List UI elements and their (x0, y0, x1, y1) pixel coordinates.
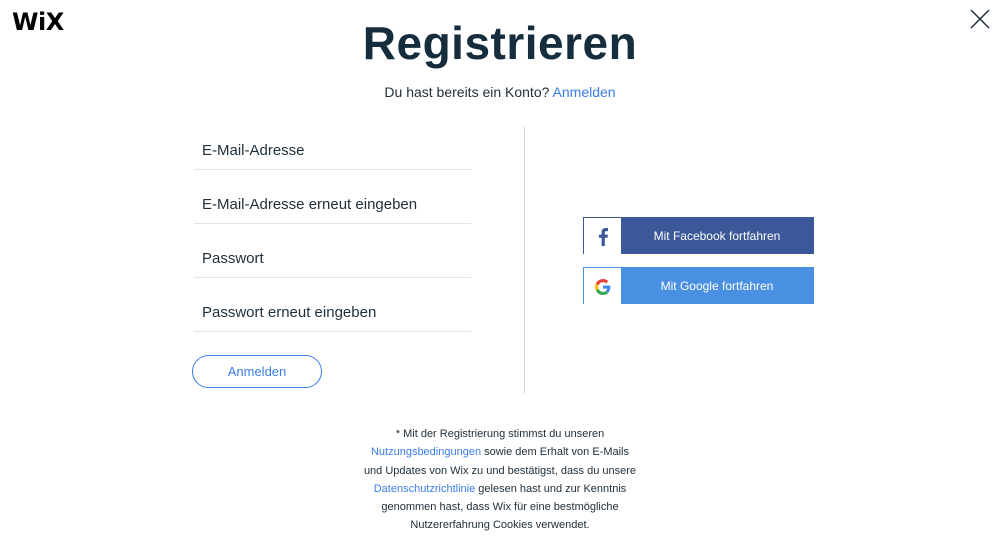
email-input[interactable] (194, 132, 471, 170)
login-link[interactable]: Anmelden (553, 84, 616, 100)
terms-notice: * Mit der Registrierung stimmst du unser… (350, 425, 650, 535)
password-confirm-input[interactable] (194, 294, 471, 332)
privacy-policy-link[interactable]: Datenschutzrichtlinie (374, 483, 476, 495)
google-button[interactable]: Mit Google fortfahren (583, 267, 814, 305)
terms-text: sowie dem Erhalt von E-Mails (481, 446, 630, 459)
terms-text: * Mit der Registrierung stimmst du unser… (395, 428, 605, 440)
terms-of-use-link[interactable]: Nutzungsbedingungen (371, 446, 481, 458)
google-button-label: Mit Google fortfahren (621, 268, 813, 303)
terms-text: genommen hast, dass Wix für eine bestmög… (381, 501, 619, 514)
facebook-button-label: Mit Facebook fortfahren (621, 218, 813, 253)
login-button[interactable]: Anmelden (192, 355, 322, 388)
terms-text: gelesen hast und zur Kenntnis (475, 482, 627, 495)
password-input[interactable] (194, 240, 471, 278)
facebook-button[interactable]: Mit Facebook fortfahren (583, 217, 814, 255)
google-icon (584, 268, 621, 305)
login-prompt-text: Du hast bereits ein Konto? (384, 84, 550, 100)
terms-text: und Updates von Wix zu und bestätigst, d… (363, 464, 637, 477)
terms-text: Nutzererfahrung Cookies verwendet. (410, 519, 590, 532)
divider (524, 127, 525, 393)
email-confirm-input[interactable] (194, 186, 471, 224)
login-prompt: Du hast bereits ein Konto? Anmelden (0, 84, 1000, 100)
page-title: Registrieren (362, 17, 638, 69)
facebook-icon (584, 218, 621, 255)
